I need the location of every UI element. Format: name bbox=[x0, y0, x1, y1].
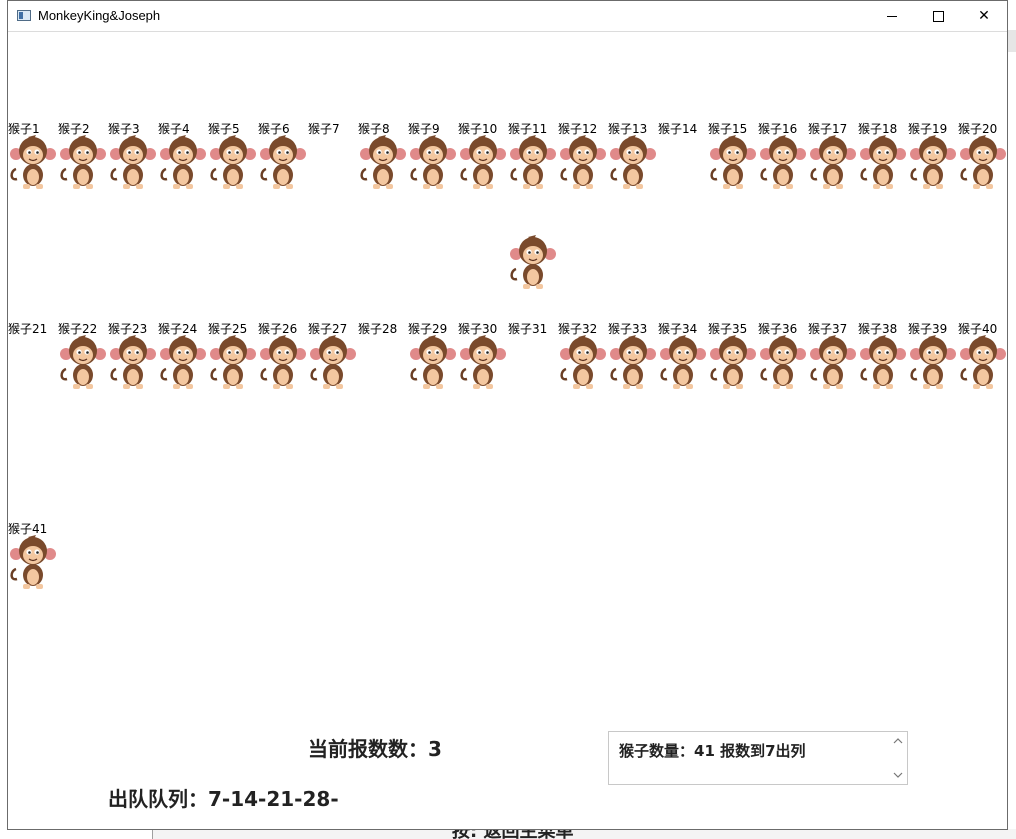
monkey-icon bbox=[660, 335, 706, 389]
monkey-canvas: 当前报数数：3 出队队列：7-14-21-28- 猴子数量：41 报数到7出列 … bbox=[8, 31, 1007, 829]
monkey-icon bbox=[460, 135, 506, 189]
monkey-icon bbox=[560, 135, 606, 189]
monkey-icon bbox=[160, 335, 206, 389]
monkey-label: 猴子21 bbox=[8, 322, 48, 336]
close-button[interactable]: ✕ bbox=[961, 1, 1007, 31]
monkey-icon bbox=[610, 335, 656, 389]
monkey-label: 猴子31 bbox=[508, 322, 548, 336]
out-queue-label: 出队队列：7-14-21-28- bbox=[108, 787, 339, 811]
monkey-king-icon bbox=[510, 235, 556, 289]
minimize-button[interactable] bbox=[869, 1, 915, 31]
monkey-icon bbox=[760, 335, 806, 389]
monkey-icon bbox=[760, 135, 806, 189]
window-app-icon bbox=[17, 10, 31, 21]
close-icon: ✕ bbox=[978, 8, 990, 24]
monkey-icon bbox=[410, 335, 456, 389]
maximize-button[interactable] bbox=[915, 1, 961, 31]
monkey-icon bbox=[560, 335, 606, 389]
monkey-icon bbox=[860, 335, 906, 389]
monkey-icon bbox=[10, 135, 56, 189]
monkey-icon bbox=[710, 135, 756, 189]
monkey-icon bbox=[160, 135, 206, 189]
maximize-icon bbox=[932, 10, 944, 22]
monkey-icon bbox=[460, 335, 506, 389]
info-textbox[interactable]: 猴子数量：41 报数到7出列 bbox=[608, 731, 908, 785]
info-text: 猴子数量：41 报数到7出列 bbox=[619, 742, 806, 760]
monkey-icon bbox=[210, 135, 256, 189]
monkey-icon bbox=[10, 535, 56, 589]
monkey-icon bbox=[360, 135, 406, 189]
scroll-down-icon[interactable] bbox=[893, 770, 903, 780]
monkey-icon bbox=[910, 135, 956, 189]
monkey-label: 猴子28 bbox=[358, 322, 398, 336]
monkey-icon bbox=[910, 335, 956, 389]
monkey-icon bbox=[710, 335, 756, 389]
monkey-icon bbox=[960, 135, 1006, 189]
monkey-icon bbox=[310, 335, 356, 389]
monkey-label: 猴子7 bbox=[308, 122, 340, 136]
scrollbar[interactable] bbox=[889, 732, 907, 784]
monkey-label: 猴子14 bbox=[658, 122, 698, 136]
monkey-icon bbox=[810, 335, 856, 389]
title-bar[interactable]: MonkeyKing&Joseph ✕ bbox=[8, 1, 1007, 32]
monkey-icon bbox=[610, 135, 656, 189]
monkey-icon bbox=[410, 135, 456, 189]
monkey-icon bbox=[960, 335, 1006, 389]
monkey-icon bbox=[60, 335, 106, 389]
monkey-icon bbox=[260, 335, 306, 389]
monkey-icon bbox=[510, 135, 556, 189]
window-title: MonkeyKing&Joseph bbox=[38, 8, 161, 23]
monkey-icon bbox=[60, 135, 106, 189]
monkey-icon bbox=[110, 335, 156, 389]
background-window-edge bbox=[1008, 30, 1016, 52]
minimize-icon bbox=[887, 15, 897, 17]
monkey-icon bbox=[810, 135, 856, 189]
scroll-up-icon[interactable] bbox=[893, 736, 903, 746]
monkey-icon bbox=[260, 135, 306, 189]
monkey-icon bbox=[860, 135, 906, 189]
monkey-icon bbox=[110, 135, 156, 189]
current-count-label: 当前报数数：3 bbox=[308, 737, 442, 761]
monkey-icon bbox=[210, 335, 256, 389]
app-window: MonkeyKing&Joseph ✕ 当前报数数：3 出队队列：7-14-21… bbox=[7, 0, 1008, 830]
